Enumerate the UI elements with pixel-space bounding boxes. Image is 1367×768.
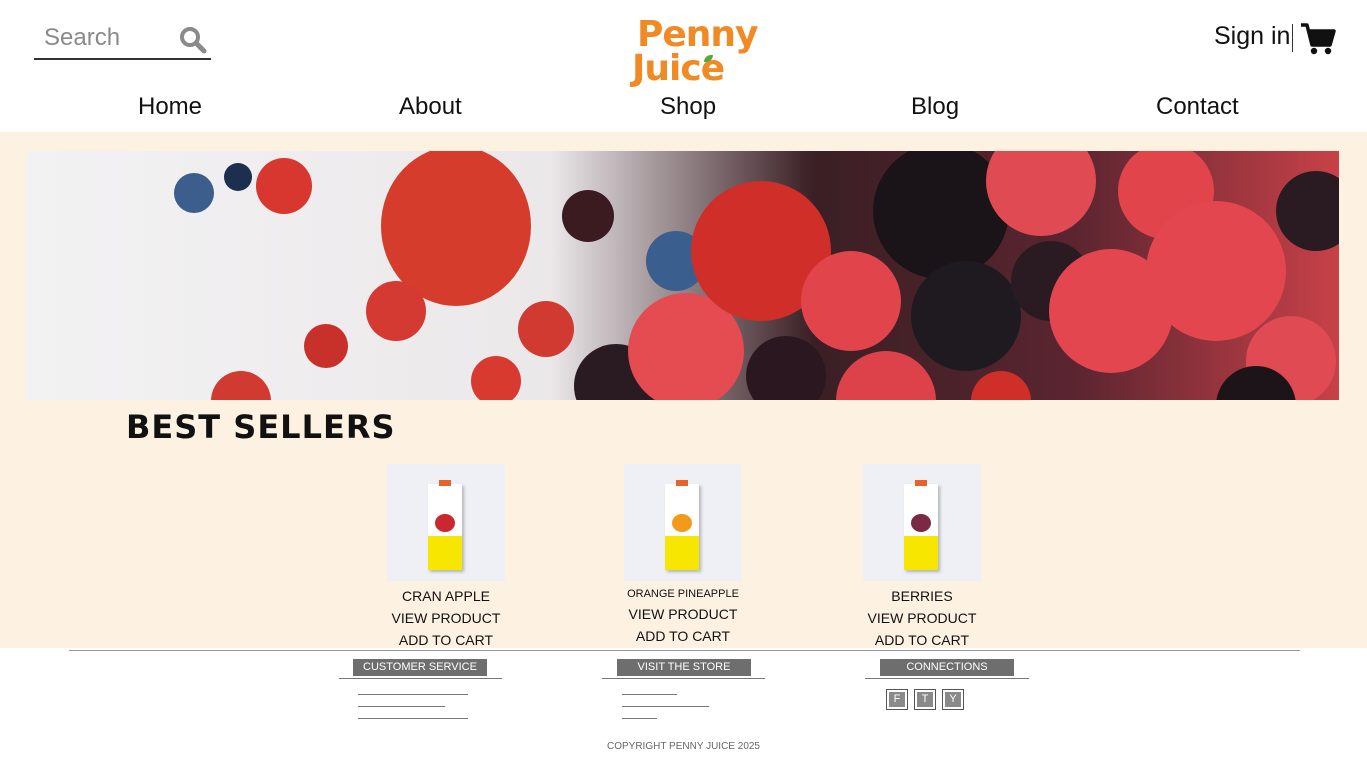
penny-juice-logo[interactable]: Penny Juice bbox=[632, 14, 759, 89]
product-image[interactable] bbox=[863, 464, 981, 581]
footer-link-placeholder[interactable] bbox=[622, 718, 657, 719]
product-card-cran-apple: CRAN APPLE VIEW PRODUCT ADD TO CART bbox=[386, 464, 506, 648]
berries-image bbox=[174, 151, 1339, 400]
juice-label-band bbox=[665, 536, 699, 570]
juice-cap bbox=[439, 480, 451, 486]
footer-divider bbox=[69, 650, 1300, 651]
youtube-icon[interactable]: Y bbox=[942, 689, 964, 710]
footer-underline bbox=[865, 678, 1029, 679]
view-product-link[interactable]: VIEW PRODUCT bbox=[623, 606, 743, 622]
footer-underline bbox=[339, 678, 502, 679]
nav-about[interactable]: About bbox=[399, 93, 462, 121]
nav-home[interactable]: Home bbox=[138, 93, 202, 121]
view-product-link[interactable]: VIEW PRODUCT bbox=[386, 610, 506, 626]
product-card-berries: BERRIES VIEW PRODUCT ADD TO CART bbox=[862, 464, 982, 648]
product-name: ORANGE PINEAPPLE bbox=[627, 588, 739, 600]
product-name: BERRIES bbox=[891, 588, 953, 604]
copyright-text: COPYRIGHT PENNY JUICE 2025 bbox=[606, 741, 760, 752]
twitter-icon[interactable]: T bbox=[914, 689, 936, 710]
footer-underline bbox=[602, 678, 765, 679]
cart-icon[interactable] bbox=[1300, 22, 1336, 56]
search-bar bbox=[34, 18, 211, 60]
footer-heading-customer-service: CUSTOMER SERVICE bbox=[353, 659, 487, 676]
search-input[interactable] bbox=[44, 22, 174, 54]
footer-heading-visit-store: VISIT THE STORE bbox=[617, 659, 751, 676]
search-icon[interactable] bbox=[178, 26, 208, 54]
best-sellers-title: BEST SELLERS bbox=[126, 408, 396, 446]
nav-blog[interactable]: Blog bbox=[911, 93, 959, 121]
juice-cap bbox=[676, 480, 688, 486]
orange-icon bbox=[672, 514, 692, 532]
add-to-cart-link[interactable]: ADD TO CART bbox=[862, 632, 982, 648]
facebook-icon[interactable]: F bbox=[886, 689, 908, 710]
sign-in-link[interactable]: Sign in bbox=[1214, 22, 1290, 51]
nav-contact[interactable]: Contact bbox=[1156, 93, 1239, 121]
berries-icon bbox=[911, 514, 931, 532]
footer-link-placeholder[interactable] bbox=[358, 718, 468, 719]
view-product-link[interactable]: VIEW PRODUCT bbox=[862, 610, 982, 626]
footer-link-placeholder[interactable] bbox=[358, 706, 445, 707]
footer-heading-connections: CONNECTIONS bbox=[880, 659, 1014, 676]
add-to-cart-link[interactable]: ADD TO CART bbox=[386, 632, 506, 648]
footer-link-placeholder[interactable] bbox=[622, 694, 677, 695]
add-to-cart-link[interactable]: ADD TO CART bbox=[623, 628, 743, 644]
juice-cap bbox=[915, 480, 927, 486]
product-image[interactable] bbox=[387, 464, 505, 581]
footer-link-placeholder[interactable] bbox=[622, 706, 709, 707]
nav-shop[interactable]: Shop bbox=[660, 93, 716, 121]
product-name: CRAN APPLE bbox=[402, 588, 490, 604]
product-image[interactable] bbox=[624, 464, 742, 581]
hero-banner bbox=[26, 151, 1339, 400]
header-divider bbox=[1292, 24, 1293, 52]
product-card-orange-pineapple: ORANGE PINEAPPLE VIEW PRODUCT ADD TO CAR… bbox=[623, 464, 743, 644]
apple-icon bbox=[435, 514, 455, 532]
footer-link-placeholder[interactable] bbox=[358, 694, 468, 695]
juice-label-band bbox=[904, 536, 938, 570]
juice-label-band bbox=[428, 536, 462, 570]
